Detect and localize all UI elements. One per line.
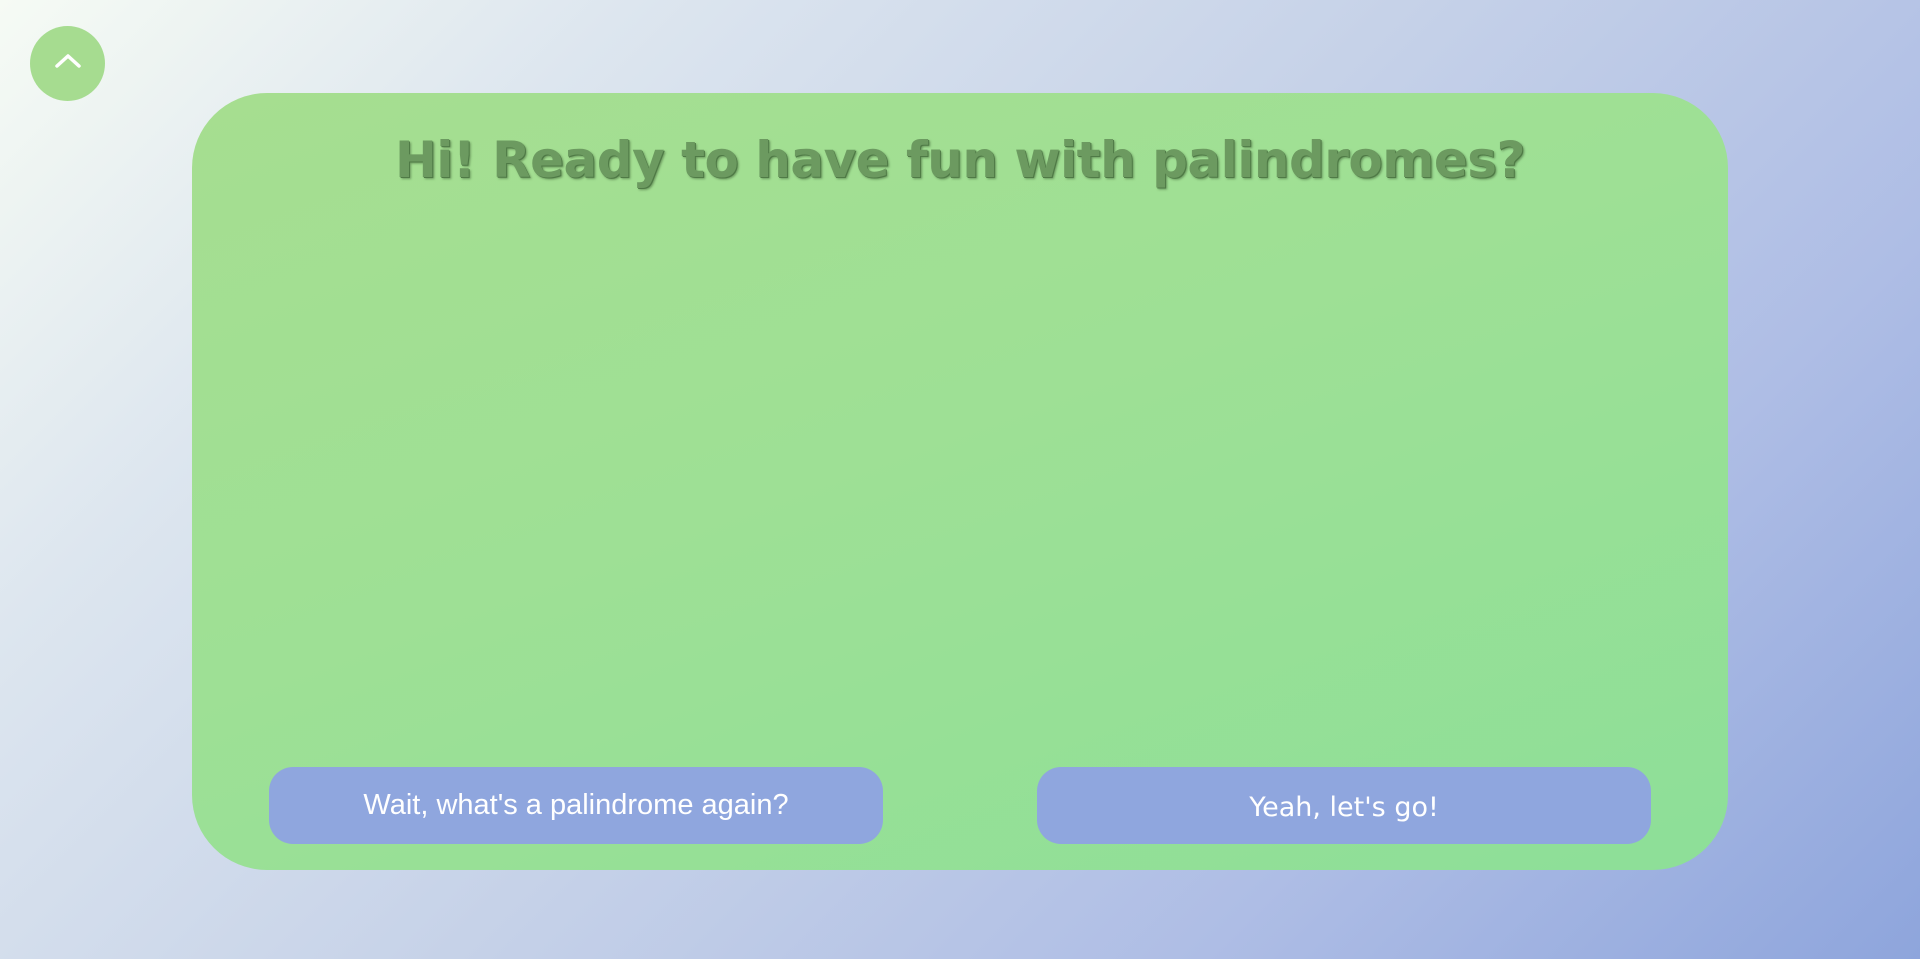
chevron-up-icon [52, 45, 84, 82]
page-title: Hi! Ready to have fun with palindromes? [394, 131, 1526, 189]
explain-palindrome-button[interactable]: Wait, what's a palindrome again? [269, 767, 883, 844]
scroll-top-button[interactable] [30, 26, 105, 101]
start-game-button[interactable]: Yeah, let's go! [1037, 767, 1651, 844]
welcome-card: Hi! Ready to have fun with palindromes? … [192, 93, 1728, 870]
